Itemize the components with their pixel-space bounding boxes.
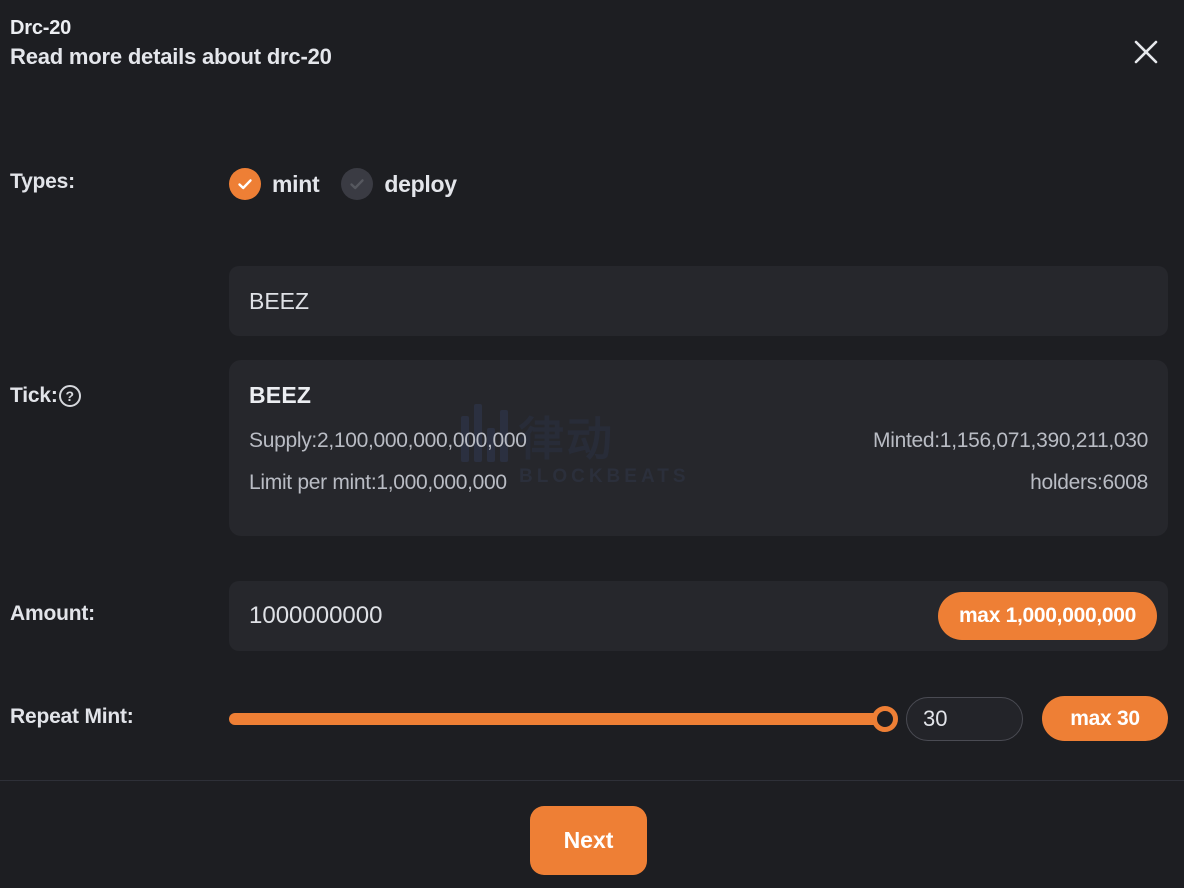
max-amount-button[interactable]: max 1,000,000,000 [937,592,1157,640]
type-option-mint[interactable]: mint [229,168,320,200]
repeat-mint-slider[interactable] [229,706,898,732]
tick-input[interactable] [229,266,1168,336]
page-title: Drc-20 [10,17,72,39]
repeat-mint-input[interactable] [906,697,1023,741]
slider-thumb[interactable] [872,706,898,732]
token-stat-row: Limit per mint:1,000,000,000 holders:600… [249,471,1148,495]
amount-label: Amount: [10,602,95,625]
type-option-deploy[interactable]: deploy [341,168,457,200]
next-button[interactable]: Next [530,806,647,875]
token-holders: holders:6008 [1030,471,1148,494]
token-name: BEEZ [249,382,312,408]
slider-track[interactable] [229,713,886,725]
types-label: Types: [10,170,75,193]
footer-divider [0,780,1184,781]
tick-label: Tick: ? [10,384,81,408]
token-limit-per-mint: Limit per mint:1,000,000,000 [249,471,507,494]
types-option-group: mint deploy [229,168,457,200]
help-question-icon[interactable]: ? [58,385,81,407]
amount-input[interactable] [229,581,849,651]
check-circle-filled-icon [229,168,261,200]
token-info-card: 律动 BLOCKBEATS BEEZ Supply:2,100,000,000,… [229,360,1168,536]
close-icon[interactable] [1126,32,1166,72]
amount-field: max 1,000,000,000 [229,581,1168,651]
tick-label-text: Tick: [10,384,58,407]
page-subtitle: Read more details about drc-20 [10,44,332,69]
token-minted: Minted:1,156,071,390,211,030 [873,429,1148,452]
check-circle-empty-icon [341,168,374,200]
type-option-mint-label: mint [272,170,320,197]
token-stats: Supply:2,100,000,000,000,000 Minted:1,15… [249,429,1148,495]
repeat-mint-label: Repeat Mint: [10,705,134,728]
type-option-deploy-label: deploy [384,170,457,197]
modal-header: Drc-20 Read more details about drc-20 [10,14,1110,72]
drc20-modal: Drc-20 Read more details about drc-20 Ty… [0,0,1184,888]
max-repeat-button[interactable]: max 30 [1042,696,1168,741]
token-stat-row: Supply:2,100,000,000,000,000 Minted:1,15… [249,429,1148,453]
token-supply: Supply:2,100,000,000,000,000 [249,429,527,452]
